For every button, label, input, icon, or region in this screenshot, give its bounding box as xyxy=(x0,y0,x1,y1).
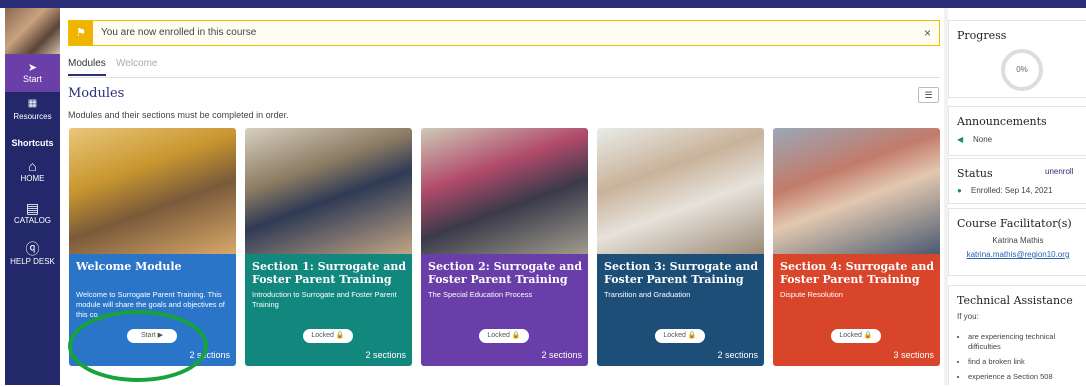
card-body: Section 3: Surrogate and Foster Parent T… xyxy=(597,254,764,366)
module-photo xyxy=(773,128,940,254)
facilitator-title: Course Facilitator(s) xyxy=(957,217,1072,230)
card-title: Section 3: Surrogate and Foster Parent T… xyxy=(604,260,759,286)
megaphone-icon: ◀ xyxy=(957,135,964,144)
module-photo xyxy=(69,128,236,254)
status-title: Status xyxy=(957,167,993,180)
sidebar-item-label: CATALOG xyxy=(13,216,52,225)
section-count: 2 sections xyxy=(541,350,582,360)
course-thumbnail xyxy=(5,8,60,54)
top-bar xyxy=(0,0,1086,8)
section-count: 2 sections xyxy=(365,350,406,360)
locked-button[interactable]: Locked 🔒 xyxy=(479,329,529,343)
card-body: Section 4: Surrogate and Foster Parent T… xyxy=(773,254,940,366)
unenroll-link[interactable]: unenroll xyxy=(1045,167,1073,176)
module-card-section-2[interactable]: Section 2: Surrogate and Foster Parent T… xyxy=(421,128,588,366)
tab-bar: Modules Welcome xyxy=(68,58,940,78)
progress-panel: Progress 0% xyxy=(948,20,1086,98)
sidebar: ➤ Start ▦ Resources Shortcuts ⌂ HOME ▤ C… xyxy=(5,8,60,385)
tab-modules[interactable]: Modules xyxy=(68,58,106,76)
home-icon: ⌂ xyxy=(28,158,37,174)
facilitator-panel: Course Facilitator(s) Katrina Mathis kat… xyxy=(948,208,1086,276)
technical-title: Technical Assistance xyxy=(957,294,1073,307)
card-title: Welcome Module xyxy=(76,260,182,273)
module-photo xyxy=(597,128,764,254)
list-icon: ☰ xyxy=(924,90,933,100)
card-body: Section 2: Surrogate and Foster Parent T… xyxy=(421,254,588,366)
module-photo xyxy=(421,128,588,254)
page-subtitle: Modules and their sections must be compl… xyxy=(68,110,289,120)
page-title: Modules xyxy=(68,86,125,101)
technical-list: are experiencing technical difficulties … xyxy=(958,332,1078,387)
locked-button[interactable]: Locked 🔒 xyxy=(655,329,705,343)
module-card-section-4[interactable]: Section 4: Surrogate and Foster Parent T… xyxy=(773,128,940,366)
shortcuts-heading: Shortcuts xyxy=(11,138,54,148)
section-count: 2 sections xyxy=(717,350,758,360)
resources-icon: ▦ xyxy=(27,98,38,109)
card-title: Section 2: Surrogate and Foster Parent T… xyxy=(428,260,583,286)
sidebar-item-resources[interactable]: ▦ Resources xyxy=(5,96,60,121)
locked-button[interactable]: Locked 🔒 xyxy=(831,329,881,343)
banner-text: You are now enrolled in this course xyxy=(101,27,257,38)
sidebar-item-label: Start xyxy=(22,74,42,84)
catalog-icon: ▤ xyxy=(25,200,40,216)
sidebar-item-label: HOME xyxy=(20,174,45,183)
sidebar-item-label: Resources xyxy=(13,112,52,121)
section-count: 3 sections xyxy=(893,350,934,360)
card-description: Dispute Resolution xyxy=(780,290,843,299)
card-description: The Special Education Process xyxy=(428,290,533,299)
user-icon: ● xyxy=(957,186,962,195)
sidebar-item-start[interactable]: ➤ Start xyxy=(5,54,60,92)
sidebar-item-catalog[interactable]: ▤ CATALOG xyxy=(5,200,60,225)
card-title: Section 4: Surrogate and Foster Parent T… xyxy=(780,260,935,286)
progress-ring: 0% xyxy=(1001,49,1043,91)
navigate-icon: ➤ xyxy=(27,62,38,74)
module-card-section-3[interactable]: Section 3: Surrogate and Foster Parent T… xyxy=(597,128,764,366)
list-item: find a broken link xyxy=(968,357,1078,367)
sidebar-item-home[interactable]: ⌂ HOME xyxy=(5,158,60,183)
close-icon[interactable]: × xyxy=(924,26,931,40)
card-title: Section 1: Surrogate and Foster Parent T… xyxy=(252,260,407,286)
list-view-button[interactable]: ☰ xyxy=(918,87,939,103)
card-description: Transition and Graduation xyxy=(604,290,691,299)
enrollment-banner: ⚑ You are now enrolled in this course × xyxy=(68,20,940,46)
flag-icon: ⚑ xyxy=(69,21,93,45)
locked-button[interactable]: Locked 🔒 xyxy=(303,329,353,343)
status-panel: Status unenroll ● Enrolled: Sep 14, 2021 xyxy=(948,158,1086,204)
module-photo xyxy=(245,128,412,254)
list-item: experience a Section 508 xyxy=(968,372,1078,382)
sidebar-item-label: HELP DESK xyxy=(10,257,55,266)
announcements-title: Announcements xyxy=(957,115,1047,128)
announcements-text: None xyxy=(973,135,993,144)
sidebar-item-helpdesk[interactable]: ⓠ HELP DESK xyxy=(5,241,60,266)
technical-intro: If you: xyxy=(957,312,979,321)
facilitator-email-link[interactable]: katrina.mathis@region10.org xyxy=(949,250,1086,259)
announcements-panel: Announcements ◀ None xyxy=(948,106,1086,156)
help-icon: ⓠ xyxy=(25,241,40,257)
card-description: Introduction to Surrogate and Foster Par… xyxy=(252,290,397,309)
module-card-section-1[interactable]: Section 1: Surrogate and Foster Parent T… xyxy=(245,128,412,366)
progress-title: Progress xyxy=(957,29,1007,42)
status-text: Enrolled: Sep 14, 2021 xyxy=(971,186,1053,195)
list-item: are experiencing technical difficulties xyxy=(968,332,1078,352)
card-body: Section 1: Surrogate and Foster Parent T… xyxy=(245,254,412,366)
highlight-circle-annotation xyxy=(68,310,208,382)
facilitator-name: Katrina Mathis xyxy=(992,236,1044,245)
tab-welcome[interactable]: Welcome xyxy=(116,58,158,69)
